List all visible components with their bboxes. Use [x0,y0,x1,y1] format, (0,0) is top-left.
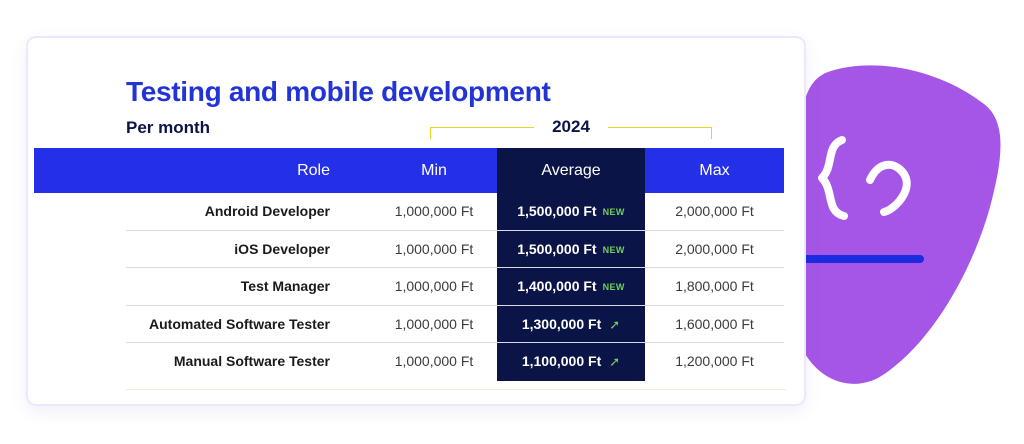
column-header-max: Max [699,162,730,179]
new-badge: NEW [602,244,625,255]
year-label: 2024 [552,117,590,136]
year-bracket: 2024 [430,117,712,139]
period-subtitle: Per month [126,118,211,137]
table-row: Manual Software Tester 1,000,000 Ft 1,10… [126,343,784,381]
role-cell: Android Developer [204,203,330,219]
average-cell: 1,500,000 Ft NEW [497,231,645,268]
average-value: 1,300,000 Ft [521,315,602,332]
salary-table-card: Testing and mobile development Per month… [28,38,804,404]
max-cell: 1,200,000 Ft [675,353,754,370]
bottom-divider [126,389,786,390]
min-cell: 1,000,000 Ft [394,353,474,370]
role-cell: iOS Developer [234,240,330,257]
max-cell: 1,800,000 Ft [675,278,754,295]
column-header-average: Average [497,148,645,193]
average-value: 1,100,000 Ft [521,353,602,370]
up-arrow-icon: ➚ [609,316,621,332]
purple-blob-decoration [795,65,1001,384]
new-badge: NEW [602,207,625,217]
average-value: 1,500,000 Ft [517,240,597,257]
table-body: Android Developer 1,000,000 Ft 1,500,000… [126,193,784,381]
role-cell: Manual Software Tester [173,353,330,370]
blue-underline-decoration [796,255,924,263]
table-row: iOS Developer 1,000,000 Ft 1,500,000 Ft N… [126,231,784,269]
average-cell: 1,100,000 Ft ➚ [497,343,645,380]
max-cell: 2,000,000 Ft [675,240,754,257]
new-badge: NEW [602,282,625,293]
min-cell: 1,000,000 Ft [394,315,474,332]
table-header: Role Min Average Max [34,148,784,193]
column-header-min: Min [421,162,447,179]
table-row: Android Developer 1,000,000 Ft 1,500,000… [126,193,784,231]
page-title: Testing and mobile development [126,76,551,107]
average-cell: 1,400,000 Ft NEW [497,268,645,305]
column-header-role: Role [297,162,330,179]
up-arrow-icon: ➚ [609,354,621,370]
average-value: 1,400,000 Ft [517,278,597,295]
min-cell: 1,000,000 Ft [394,278,474,295]
min-cell: 1,000,000 Ft [394,203,474,219]
max-cell: 1,600,000 Ft [675,315,754,332]
role-cell: Automated Software Tester [149,315,330,332]
average-value: 1,500,000 Ft [517,203,597,219]
table-row: Test Manager 1,000,000 Ft 1,400,000 Ft NE… [126,268,784,306]
average-cell: 1,300,000 Ft ➚ [497,306,645,343]
min-cell: 1,000,000 Ft [394,240,474,257]
max-cell: 2,000,000 Ft [675,203,754,219]
average-cell: 1,500,000 Ft NEW [497,193,645,230]
table-row: Automated Software Tester 1,000,000 Ft 1… [126,306,784,344]
role-cell: Test Manager [240,278,330,295]
